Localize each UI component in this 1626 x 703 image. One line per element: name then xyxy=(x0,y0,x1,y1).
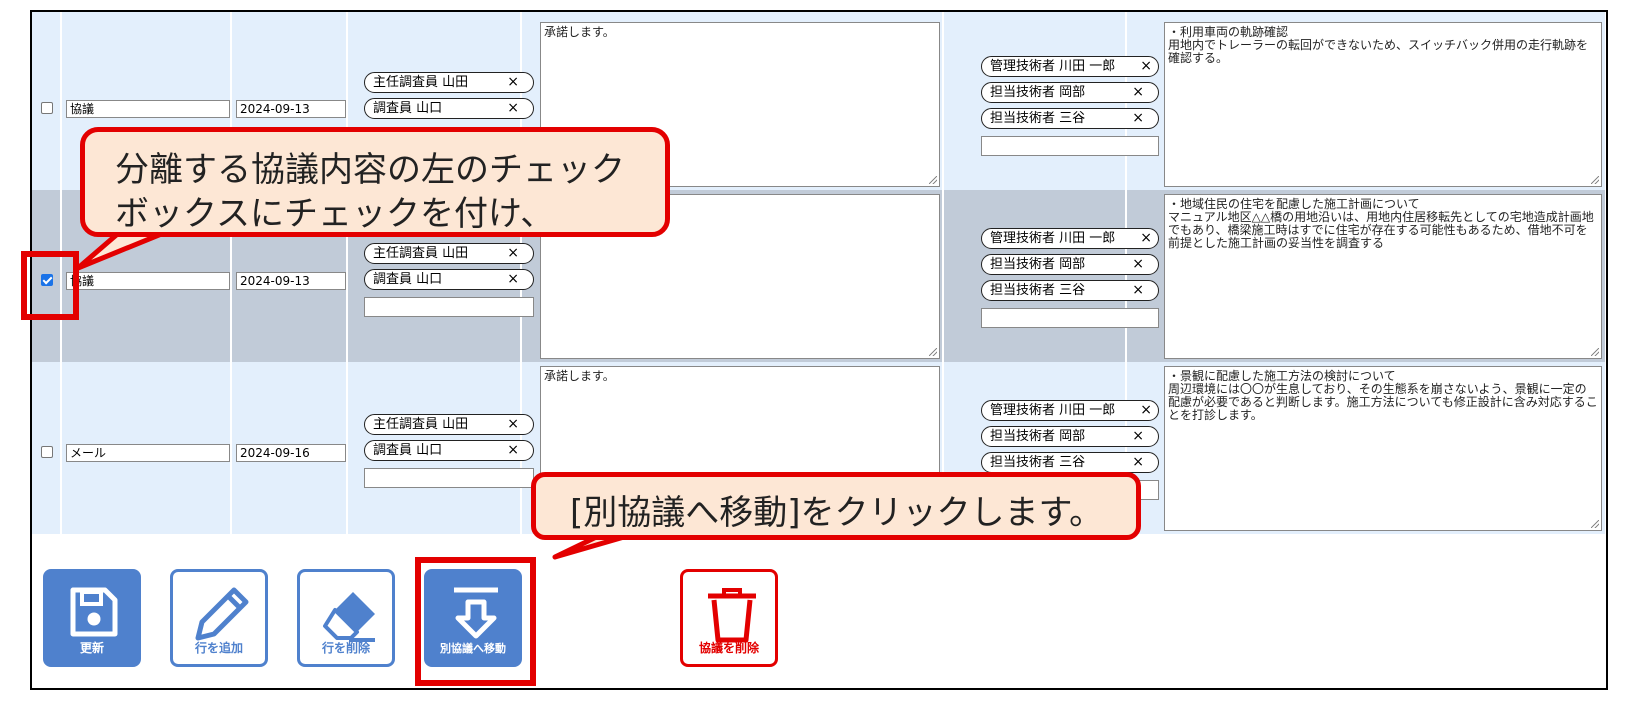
trash-icon xyxy=(708,588,756,643)
remove-tag-icon[interactable]: × xyxy=(507,270,519,289)
type-field[interactable]: メール xyxy=(66,444,230,462)
remove-tag-icon[interactable]: × xyxy=(507,244,519,263)
tag-label: 主任調査員 山田 xyxy=(373,75,469,90)
response-text: 承諾します。 xyxy=(544,369,615,383)
remove-tag-icon[interactable]: × xyxy=(1140,229,1152,248)
content-textarea[interactable]: ・利用車両の軌跡確認 用地内でトレーラーの転回ができないため、スイッチバック併用… xyxy=(1164,22,1602,187)
delete-consultation-button[interactable]: 協議を削除 xyxy=(680,569,778,667)
investigator-tag[interactable]: 主任調査員 山田 × xyxy=(364,414,534,435)
date-field[interactable]: 2024-09-13 xyxy=(236,272,346,290)
remove-tag-icon[interactable]: × xyxy=(1132,427,1144,446)
delete-consultation-label: 協議を削除 xyxy=(698,641,759,655)
tag-label: 担当技術者 三谷 xyxy=(990,283,1086,298)
tag-label: 担当技術者 岡部 xyxy=(990,257,1086,272)
engineer-tag[interactable]: 担当技術者 岡部 × xyxy=(981,426,1159,447)
date-field[interactable]: 2024-09-16 xyxy=(236,444,346,462)
engineer-add-input[interactable] xyxy=(981,308,1159,328)
eraser-icon xyxy=(323,592,375,642)
investigator-tag[interactable]: 調査員 山口 × xyxy=(364,269,534,290)
content-textarea[interactable]: ・景観に配慮した施工方法の検討について 周辺環境には〇〇が生息しており、その生態… xyxy=(1164,366,1602,531)
row-select-checkbox[interactable] xyxy=(41,102,53,114)
engineer-tag[interactable]: 管理技術者 川田 一郎 × xyxy=(981,228,1159,249)
tag-label: 担当技術者 岡部 xyxy=(990,429,1086,444)
remove-tag-icon[interactable]: × xyxy=(1132,83,1144,102)
remove-tag-icon[interactable]: × xyxy=(1140,57,1152,76)
remove-tag-icon[interactable]: × xyxy=(1132,281,1144,300)
tag-label: 担当技術者 岡部 xyxy=(990,85,1086,100)
engineer-tag[interactable]: 担当技術者 三谷 × xyxy=(981,452,1159,473)
engineer-tag[interactable]: 管理技術者 川田 一郎 × xyxy=(981,56,1159,77)
tag-label: 管理技術者 川田 一郎 xyxy=(990,403,1116,418)
instruction-callout-1: 分離する協議内容の左のチェック ボックスにチェックを付け、 xyxy=(80,127,670,237)
engineer-tag[interactable]: 担当技術者 三谷 × xyxy=(981,108,1159,129)
investigator-tag[interactable]: 主任調査員 山田 × xyxy=(364,72,534,93)
tag-label: 主任調査員 山田 xyxy=(373,246,469,261)
content-textarea[interactable]: ・地域住民の住宅を配慮した施工計画について マニュアル地区△△橋の用地沿いは、用… xyxy=(1164,194,1602,359)
remove-tag-icon[interactable]: × xyxy=(1132,255,1144,274)
callout-text-line2: ボックスにチェックを付け、 xyxy=(115,194,555,234)
investigator-add-input[interactable] xyxy=(364,468,534,488)
engineer-tag[interactable]: 担当技術者 三谷 × xyxy=(981,280,1159,301)
delete-row-button[interactable]: 行を削除 xyxy=(297,569,395,667)
tag-label: 調査員 山口 xyxy=(373,443,443,458)
tag-label: 管理技術者 川田 一郎 xyxy=(990,59,1116,74)
update-button[interactable]: 更新 xyxy=(43,569,141,667)
investigator-tag[interactable]: 調査員 山口 × xyxy=(364,98,534,119)
response-text: 承諾します。 xyxy=(544,25,615,39)
tag-label: 管理技術者 川田 一郎 xyxy=(990,231,1116,246)
investigator-tag[interactable]: 主任調査員 山田 × xyxy=(364,243,534,264)
tag-label: 調査員 山口 xyxy=(373,272,443,287)
engineer-tag[interactable]: 管理技術者 川田 一郎 × xyxy=(981,400,1159,421)
pencil-icon xyxy=(195,587,249,641)
add-row-button[interactable]: 行を追加 xyxy=(170,569,268,667)
tag-label: 担当技術者 三谷 xyxy=(990,455,1086,470)
content-text: ・利用車両の軌跡確認 用地内でトレーラーの転回ができないため、スイッチバック併用… xyxy=(1168,25,1589,65)
remove-tag-icon[interactable]: × xyxy=(507,441,519,460)
instruction-callout-2: [別協議へ移動]をクリックします。 xyxy=(531,472,1141,540)
callout-text: [別協議へ移動]をクリックします。 xyxy=(570,493,1104,533)
tag-label: 主任調査員 山田 xyxy=(373,417,469,432)
tag-label: 調査員 山口 xyxy=(373,101,443,116)
content-text: ・景観に配慮した施工方法の検討について 周辺環境には〇〇が生息しており、その生態… xyxy=(1168,369,1598,422)
remove-tag-icon[interactable]: × xyxy=(507,99,519,118)
update-label: 更新 xyxy=(79,641,104,655)
date-field[interactable]: 2024-09-13 xyxy=(236,100,346,118)
move-button-highlight xyxy=(415,557,536,686)
content-text: ・地域住民の住宅を配慮した施工計画について マニュアル地区△△橋の用地沿いは、用… xyxy=(1168,197,1594,250)
investigator-add-input[interactable] xyxy=(364,297,534,317)
tag-label: 担当技術者 三谷 xyxy=(990,111,1086,126)
type-field[interactable]: 協議 xyxy=(66,100,230,118)
investigator-tag[interactable]: 調査員 山口 × xyxy=(364,440,534,461)
engineer-tag[interactable]: 担当技術者 岡部 × xyxy=(981,82,1159,103)
add-row-label: 行を追加 xyxy=(194,641,243,655)
callout-text-line1: 分離する協議内容の左のチェック xyxy=(115,150,625,190)
remove-tag-icon[interactable]: × xyxy=(1132,109,1144,128)
remove-tag-icon[interactable]: × xyxy=(1132,453,1144,472)
remove-tag-icon[interactable]: × xyxy=(1140,401,1152,420)
remove-tag-icon[interactable]: × xyxy=(507,73,519,92)
save-icon xyxy=(70,587,118,637)
row-select-checkbox[interactable] xyxy=(41,446,53,458)
delete-row-label: 行を削除 xyxy=(321,641,370,655)
remove-tag-icon[interactable]: × xyxy=(507,415,519,434)
engineer-tag[interactable]: 担当技術者 岡部 × xyxy=(981,254,1159,275)
engineer-add-input[interactable] xyxy=(981,136,1159,156)
